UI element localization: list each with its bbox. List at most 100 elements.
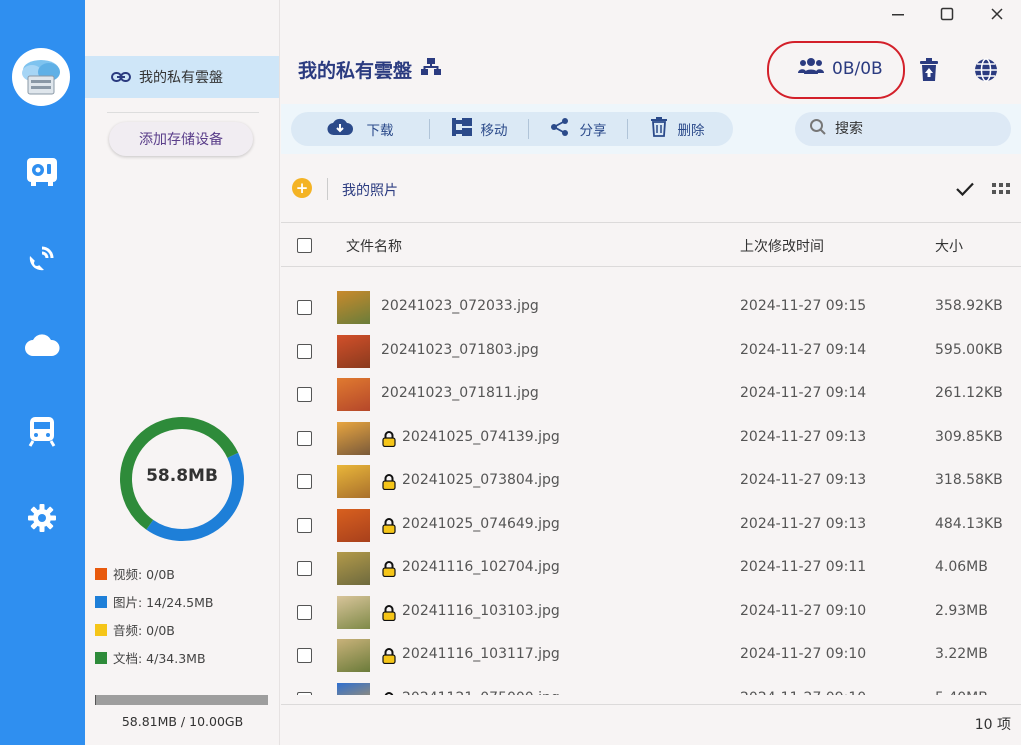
table-row[interactable]: 20241025_074649.jpg 2024-11-27 09:13 484.1… (0, 508, 1021, 544)
file-name[interactable]: 20241025_074649.jpg (402, 516, 560, 532)
file-modified: 2024-11-27 09:10 (740, 602, 867, 619)
network-icon (420, 57, 442, 82)
item-count: 10 项 (974, 717, 1011, 733)
row-checkbox[interactable] (297, 474, 312, 489)
row-checkbox[interactable] (297, 604, 312, 620)
file-name[interactable]: 20241116_103103.jpg (402, 603, 560, 619)
file-name[interactable]: 20241121_075000.jpg (402, 690, 560, 696)
search-input[interactable] (835, 121, 995, 137)
file-modified: 2024-11-27 09:10 (740, 646, 867, 662)
file-name[interactable]: 20241025_074139.jpg (402, 429, 560, 445)
table-row[interactable]: 20241116_103103.jpg 2024-11-27 09:10 2.93M… (0, 595, 1021, 631)
select-all-checkbox[interactable] (297, 238, 312, 253)
search-box (795, 112, 1011, 146)
move-icon (451, 117, 475, 141)
file-size: 2.93MB (935, 602, 988, 619)
row-checkbox[interactable] (297, 300, 312, 315)
drive-icon[interactable] (24, 153, 60, 189)
download-button[interactable]: 下载 (291, 112, 429, 146)
file-thumbnail (337, 465, 370, 498)
row-checkbox[interactable] (297, 561, 312, 576)
file-thumbnail (337, 595, 370, 629)
table-row[interactable]: 20241023_071811.jpg 2024-11-27 09:14 261.1… (0, 377, 1021, 413)
file-name[interactable]: 20241025_073804.jpg (402, 472, 560, 488)
toolbar: 下载 移动 分享 删除 (291, 112, 733, 146)
file-name[interactable]: 20241116_102704.jpg (402, 559, 560, 575)
trash-icon (650, 117, 668, 141)
column-header-modified[interactable]: 上次修改时间 (740, 236, 824, 256)
delete-button[interactable]: 删除 (628, 112, 726, 146)
storage-usage-bar (95, 695, 268, 705)
share-button[interactable]: 分享 (529, 112, 627, 146)
checkmark-icon[interactable] (954, 178, 976, 200)
recycle-bin-button[interactable] (915, 56, 943, 84)
file-modified: 2024-11-27 09:13 (740, 515, 867, 532)
lock-icon (382, 430, 396, 447)
file-modified: 2024-11-27 09:15 (740, 298, 867, 314)
file-thumbnail (337, 334, 370, 368)
globe-icon[interactable] (972, 56, 1000, 84)
file-thumbnail (337, 682, 370, 695)
file-size: 358.92KB (935, 298, 1003, 314)
table-row[interactable]: 20241023_072033.jpg 2024-11-27 09:15 358.9… (0, 290, 1021, 326)
table-row[interactable]: 20241023_071803.jpg 2024-11-27 09:14 595.0… (0, 334, 1021, 370)
link-icon (111, 68, 131, 87)
file-thumbnail (337, 421, 370, 455)
file-modified: 2024-11-27 09:13 (740, 472, 867, 488)
app-logo (12, 48, 70, 106)
file-thumbnail (337, 291, 370, 324)
file-size: 484.13KB (935, 515, 1003, 532)
maximize-button[interactable] (934, 2, 960, 26)
lock-icon (382, 648, 396, 664)
file-size: 5.40MB (935, 690, 988, 696)
table-row[interactable]: 20241025_073804.jpg 2024-11-27 09:13 318.5… (0, 464, 1021, 500)
breadcrumb-separator (327, 178, 328, 200)
row-checkbox[interactable] (297, 648, 312, 663)
file-list: 20241023_072033.jpg 2024-11-27 09:15 358.9… (0, 268, 1021, 695)
grid-view-icon[interactable] (990, 178, 1012, 200)
divider (281, 222, 1021, 223)
page-title: 我的私有雲盤 (298, 56, 442, 83)
row-checkbox[interactable] (297, 387, 312, 402)
add-device-button[interactable]: 添加存储设备 (109, 122, 253, 156)
footer-divider (281, 704, 1021, 705)
row-checkbox[interactable] (297, 430, 312, 446)
cloud-download-icon (326, 117, 353, 141)
file-name[interactable]: 20241116_103117.jpg (402, 646, 560, 662)
close-button[interactable] (984, 2, 1010, 26)
file-name[interactable]: 20241023_071811.jpg (381, 385, 539, 401)
breadcrumb-folder[interactable]: 我的照片 (342, 180, 398, 200)
row-checkbox[interactable] (297, 343, 312, 359)
quota-indicator[interactable]: 0B/0B (798, 57, 883, 80)
move-button[interactable]: 移动 (430, 112, 528, 146)
file-size: 3.22MB (935, 646, 988, 662)
add-folder-button[interactable]: + (292, 178, 312, 198)
file-name[interactable]: 20241023_071803.jpg (381, 342, 539, 358)
share-icon (550, 117, 570, 141)
lock-icon (384, 691, 394, 695)
lock-icon (382, 604, 396, 621)
file-name[interactable]: 20241023_072033.jpg (381, 298, 539, 314)
row-checkbox[interactable] (297, 691, 312, 695)
table-row[interactable]: 20241116_102704.jpg 2024-11-27 09:11 4.06M… (0, 551, 1021, 587)
side-item-private-cloud[interactable]: 我的私有雲盤 (85, 56, 279, 98)
lock-icon (382, 517, 396, 534)
table-row[interactable]: 20241121_075000.jpg 2024-11-27 09:10 5.40M… (0, 682, 1021, 696)
search-icon (809, 118, 827, 140)
column-header-name[interactable]: 文件名称 (346, 236, 402, 256)
quota-text: 0B/0B (832, 58, 883, 79)
table-row[interactable]: 20241025_074139.jpg 2024-11-27 09:13 309.8… (0, 421, 1021, 457)
lock-icon (382, 474, 396, 490)
row-checkbox[interactable] (297, 517, 312, 533)
column-header-size[interactable]: 大小 (935, 236, 963, 256)
file-size: 318.58KB (935, 472, 1003, 488)
users-icon (798, 57, 824, 80)
minimize-button[interactable] (885, 2, 911, 26)
lock-icon (382, 561, 396, 577)
table-row[interactable]: 20241116_103117.jpg 2024-11-27 09:10 3.22M… (0, 638, 1021, 674)
file-thumbnail (337, 552, 370, 585)
storage-usage-text: 58.81MB / 10.00GB (121, 714, 244, 729)
file-modified: 2024-11-27 09:10 (740, 690, 866, 696)
file-modified: 2024-11-27 09:14 (740, 341, 867, 358)
file-thumbnail (337, 508, 370, 542)
